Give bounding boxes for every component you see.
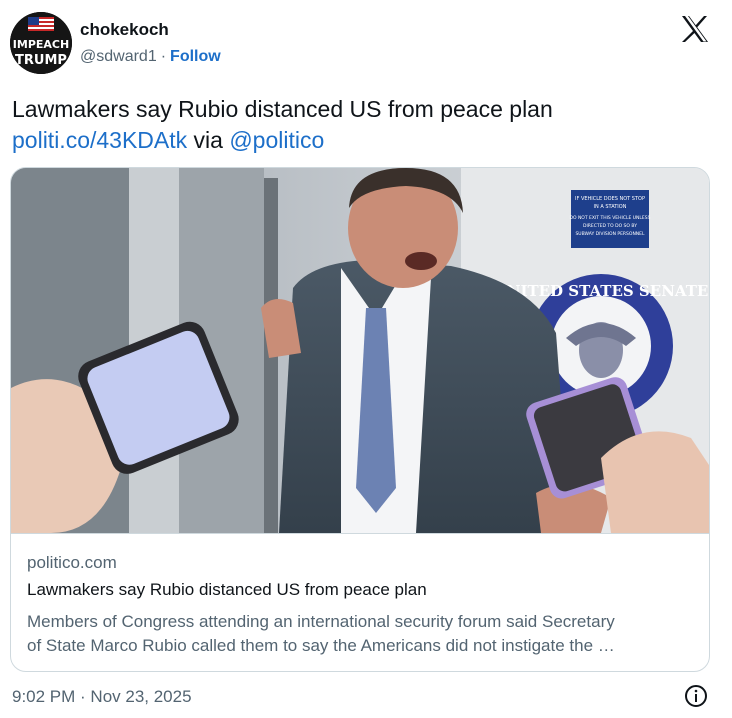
card-meta[interactable]: politico.com Lawmakers say Rubio distanc… (11, 533, 709, 671)
separator-dot: · (160, 48, 167, 65)
tweet-via: via (193, 127, 223, 153)
info-icon[interactable] (684, 684, 708, 708)
tweet-text: Lawmakers say Rubio distanced US from pe… (12, 94, 712, 156)
tweet-timestamp[interactable]: 9:02 PM · Nov 23, 2025 (12, 687, 192, 707)
subway-sign: IF VEHICLE DOES NOT STOP IN A STATION DO… (570, 190, 651, 248)
avatar[interactable]: IMPEACH TRUMP (10, 12, 72, 74)
link-card[interactable]: IF VEHICLE DOES NOT STOP IN A STATION DO… (10, 167, 710, 672)
tweet-link-line: politi.co/43KDAtk via @politico (12, 125, 712, 156)
card-description-line: Members of Congress attending an interna… (27, 612, 615, 631)
card-description: Members of Congress attending an interna… (27, 610, 697, 658)
card-image[interactable]: IF VEHICLE DOES NOT STOP IN A STATION DO… (11, 168, 709, 533)
tweet-mention[interactable]: @politico (229, 127, 324, 153)
x-logo-icon[interactable] (680, 15, 710, 43)
avatar-text-line1: IMPEACH (13, 38, 69, 51)
author-handle[interactable]: @sdward1 (80, 48, 157, 65)
card-domain: politico.com (27, 553, 117, 572)
svg-text:IN A STATION: IN A STATION (594, 204, 627, 210)
svg-text:DIRECTED TO DO SO BY: DIRECTED TO DO SO BY (583, 223, 637, 229)
flag-icon (28, 17, 54, 31)
card-description-line: of State Marco Rubio called them to say … (27, 636, 615, 655)
follow-button[interactable]: Follow (170, 48, 221, 65)
svg-text:DO NOT EXIT THIS VEHICLE UNLES: DO NOT EXIT THIS VEHICLE UNLESS (570, 215, 651, 221)
svg-text:IF VEHICLE DOES NOT STOP: IF VEHICLE DOES NOT STOP (575, 196, 645, 202)
tweet-link[interactable]: politi.co/43KDAtk (12, 127, 187, 153)
svg-text:SUBWAY DIVISION PERSONNEL: SUBWAY DIVISION PERSONNEL (575, 231, 645, 237)
author-name[interactable]: chokekoch (80, 20, 169, 40)
card-title[interactable]: Lawmakers say Rubio distanced US from pe… (27, 580, 427, 600)
author-handle-line: @sdward1 · Follow (80, 48, 221, 66)
tweet-headline: Lawmakers say Rubio distanced US from pe… (12, 96, 553, 122)
avatar-text-line2: TRUMP (15, 53, 67, 68)
